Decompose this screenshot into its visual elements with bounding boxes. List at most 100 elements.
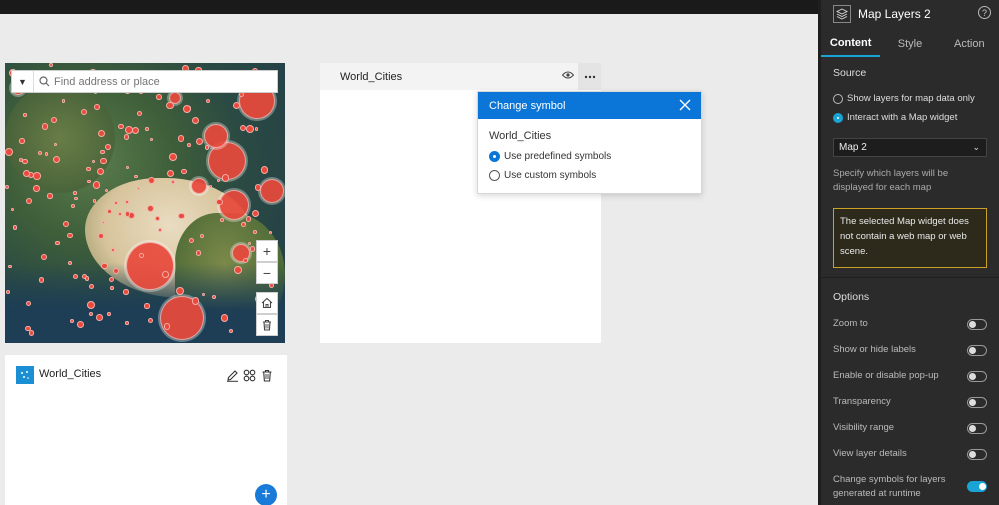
city-marker <box>145 127 149 131</box>
radio-label: Use predefined symbols <box>504 151 612 162</box>
radio-interact-map-widget[interactable]: Interact with a Map widget <box>833 112 957 123</box>
city-marker <box>124 211 131 217</box>
toggle-change-symbols[interactable] <box>967 481 987 492</box>
city-marker <box>204 145 209 150</box>
city-marker <box>25 325 31 331</box>
search-icon <box>34 76 54 87</box>
city-marker <box>192 117 199 125</box>
close-button[interactable] <box>679 99 691 114</box>
city-marker <box>44 151 49 156</box>
radio-custom-symbols[interactable]: Use custom symbols <box>489 170 596 181</box>
city-marker <box>96 314 103 321</box>
radio-label: Use custom symbols <box>504 170 597 181</box>
zoom-out-button[interactable]: − <box>256 262 278 284</box>
map-select[interactable]: Map 2 ⌄ <box>833 138 987 157</box>
eye-icon[interactable] <box>561 70 575 83</box>
pencil-icon <box>226 369 238 382</box>
city-marker <box>25 197 32 204</box>
city-marker <box>23 170 30 178</box>
city-marker <box>240 221 246 227</box>
edit-layer-button[interactable] <box>224 367 240 383</box>
city-marker <box>61 99 66 103</box>
city-marker <box>49 63 54 67</box>
option-visibility-range-label: Visibility range <box>833 422 895 433</box>
map-widget[interactable] <box>5 63 285 343</box>
radio-predefined-symbols[interactable]: Use predefined symbols <box>489 151 611 162</box>
search-input[interactable] <box>54 75 254 88</box>
city-marker <box>221 174 230 182</box>
city-marker <box>29 330 35 336</box>
city-marker <box>246 124 255 133</box>
delete-graphics-button[interactable] <box>256 314 278 336</box>
city-marker <box>87 179 91 184</box>
radio-button-selected[interactable] <box>833 112 843 123</box>
search-source-dropdown[interactable]: ▼ <box>12 71 34 92</box>
city-marker <box>205 98 210 103</box>
radio-button[interactable] <box>833 93 843 104</box>
city-marker <box>181 168 187 175</box>
add-layer-button[interactable]: + <box>255 484 277 505</box>
layer-list-panel: World_Cities + <box>5 355 287 505</box>
city-marker <box>149 138 154 142</box>
tab-style[interactable]: Style <box>880 30 939 57</box>
city-marker <box>132 126 140 135</box>
city-marker <box>73 191 78 195</box>
remove-layer-button[interactable] <box>259 367 275 383</box>
option-transparency-label: Transparency <box>833 396 891 407</box>
toggle-popup[interactable] <box>967 371 987 382</box>
city-marker <box>67 232 73 238</box>
city-marker <box>260 166 269 174</box>
city-marker <box>217 178 221 182</box>
city-marker <box>99 157 107 165</box>
city-marker <box>40 254 47 261</box>
city-marker <box>165 101 174 110</box>
search-widget[interactable]: ▼ <box>11 70 278 93</box>
panel-tabs: Content Style Action <box>821 30 999 57</box>
option-change-symbols-label: Change symbols for layers generated at r… <box>833 474 946 499</box>
city-marker <box>144 303 150 309</box>
settings-panel: Map Layers 2 ? Content Style Action Sour… <box>818 0 999 505</box>
option-popup-label: Enable or disable pop-up <box>833 370 939 381</box>
toggle-layer-details[interactable] <box>967 449 987 460</box>
divider <box>821 277 999 278</box>
shapes-icon <box>243 369 255 381</box>
city-marker <box>107 312 111 316</box>
panel-title: Map Layers 2 <box>858 6 931 21</box>
help-icon[interactable]: ? <box>978 6 991 19</box>
city-marker <box>255 127 259 131</box>
radio-button[interactable] <box>489 170 500 181</box>
city-marker <box>86 301 95 310</box>
point-layer-icon <box>16 366 34 384</box>
city-marker <box>47 193 53 199</box>
symbol-options-button[interactable] <box>241 367 257 383</box>
top-bar <box>0 0 818 14</box>
toggle-zoom-to[interactable] <box>967 319 987 330</box>
city-marker <box>5 290 10 295</box>
city-marker <box>157 227 162 233</box>
zoom-in-button[interactable]: + <box>256 240 278 262</box>
layer-row[interactable]: World_Cities <box>320 63 601 90</box>
more-options-button[interactable] <box>578 63 601 90</box>
city-marker <box>113 200 118 205</box>
city-marker <box>19 138 25 144</box>
toggle-visibility-range[interactable] <box>967 423 987 434</box>
chevron-down-icon: ⌄ <box>972 142 980 152</box>
city-marker <box>156 94 162 100</box>
radio-button-selected[interactable] <box>489 151 500 162</box>
panel-header: Map Layers 2 ? <box>821 0 999 27</box>
ellipsis-icon <box>584 75 595 78</box>
city-marker <box>249 246 256 252</box>
city-marker <box>100 149 105 155</box>
warning-message: The selected Map widget does not contain… <box>833 208 987 268</box>
layer-title: World_Cities <box>340 70 403 83</box>
city-marker <box>182 104 191 113</box>
home-button[interactable] <box>256 292 278 314</box>
radio-map-data-only[interactable]: Show layers for map data only <box>833 93 975 104</box>
toggle-transparency[interactable] <box>967 397 987 408</box>
toggle-labels[interactable] <box>967 345 987 356</box>
city-marker <box>74 197 78 201</box>
tab-content[interactable]: Content <box>821 30 881 57</box>
map-select-value: Map 2 <box>839 142 867 153</box>
city-marker <box>108 276 114 282</box>
tab-action[interactable]: Action <box>940 30 999 57</box>
